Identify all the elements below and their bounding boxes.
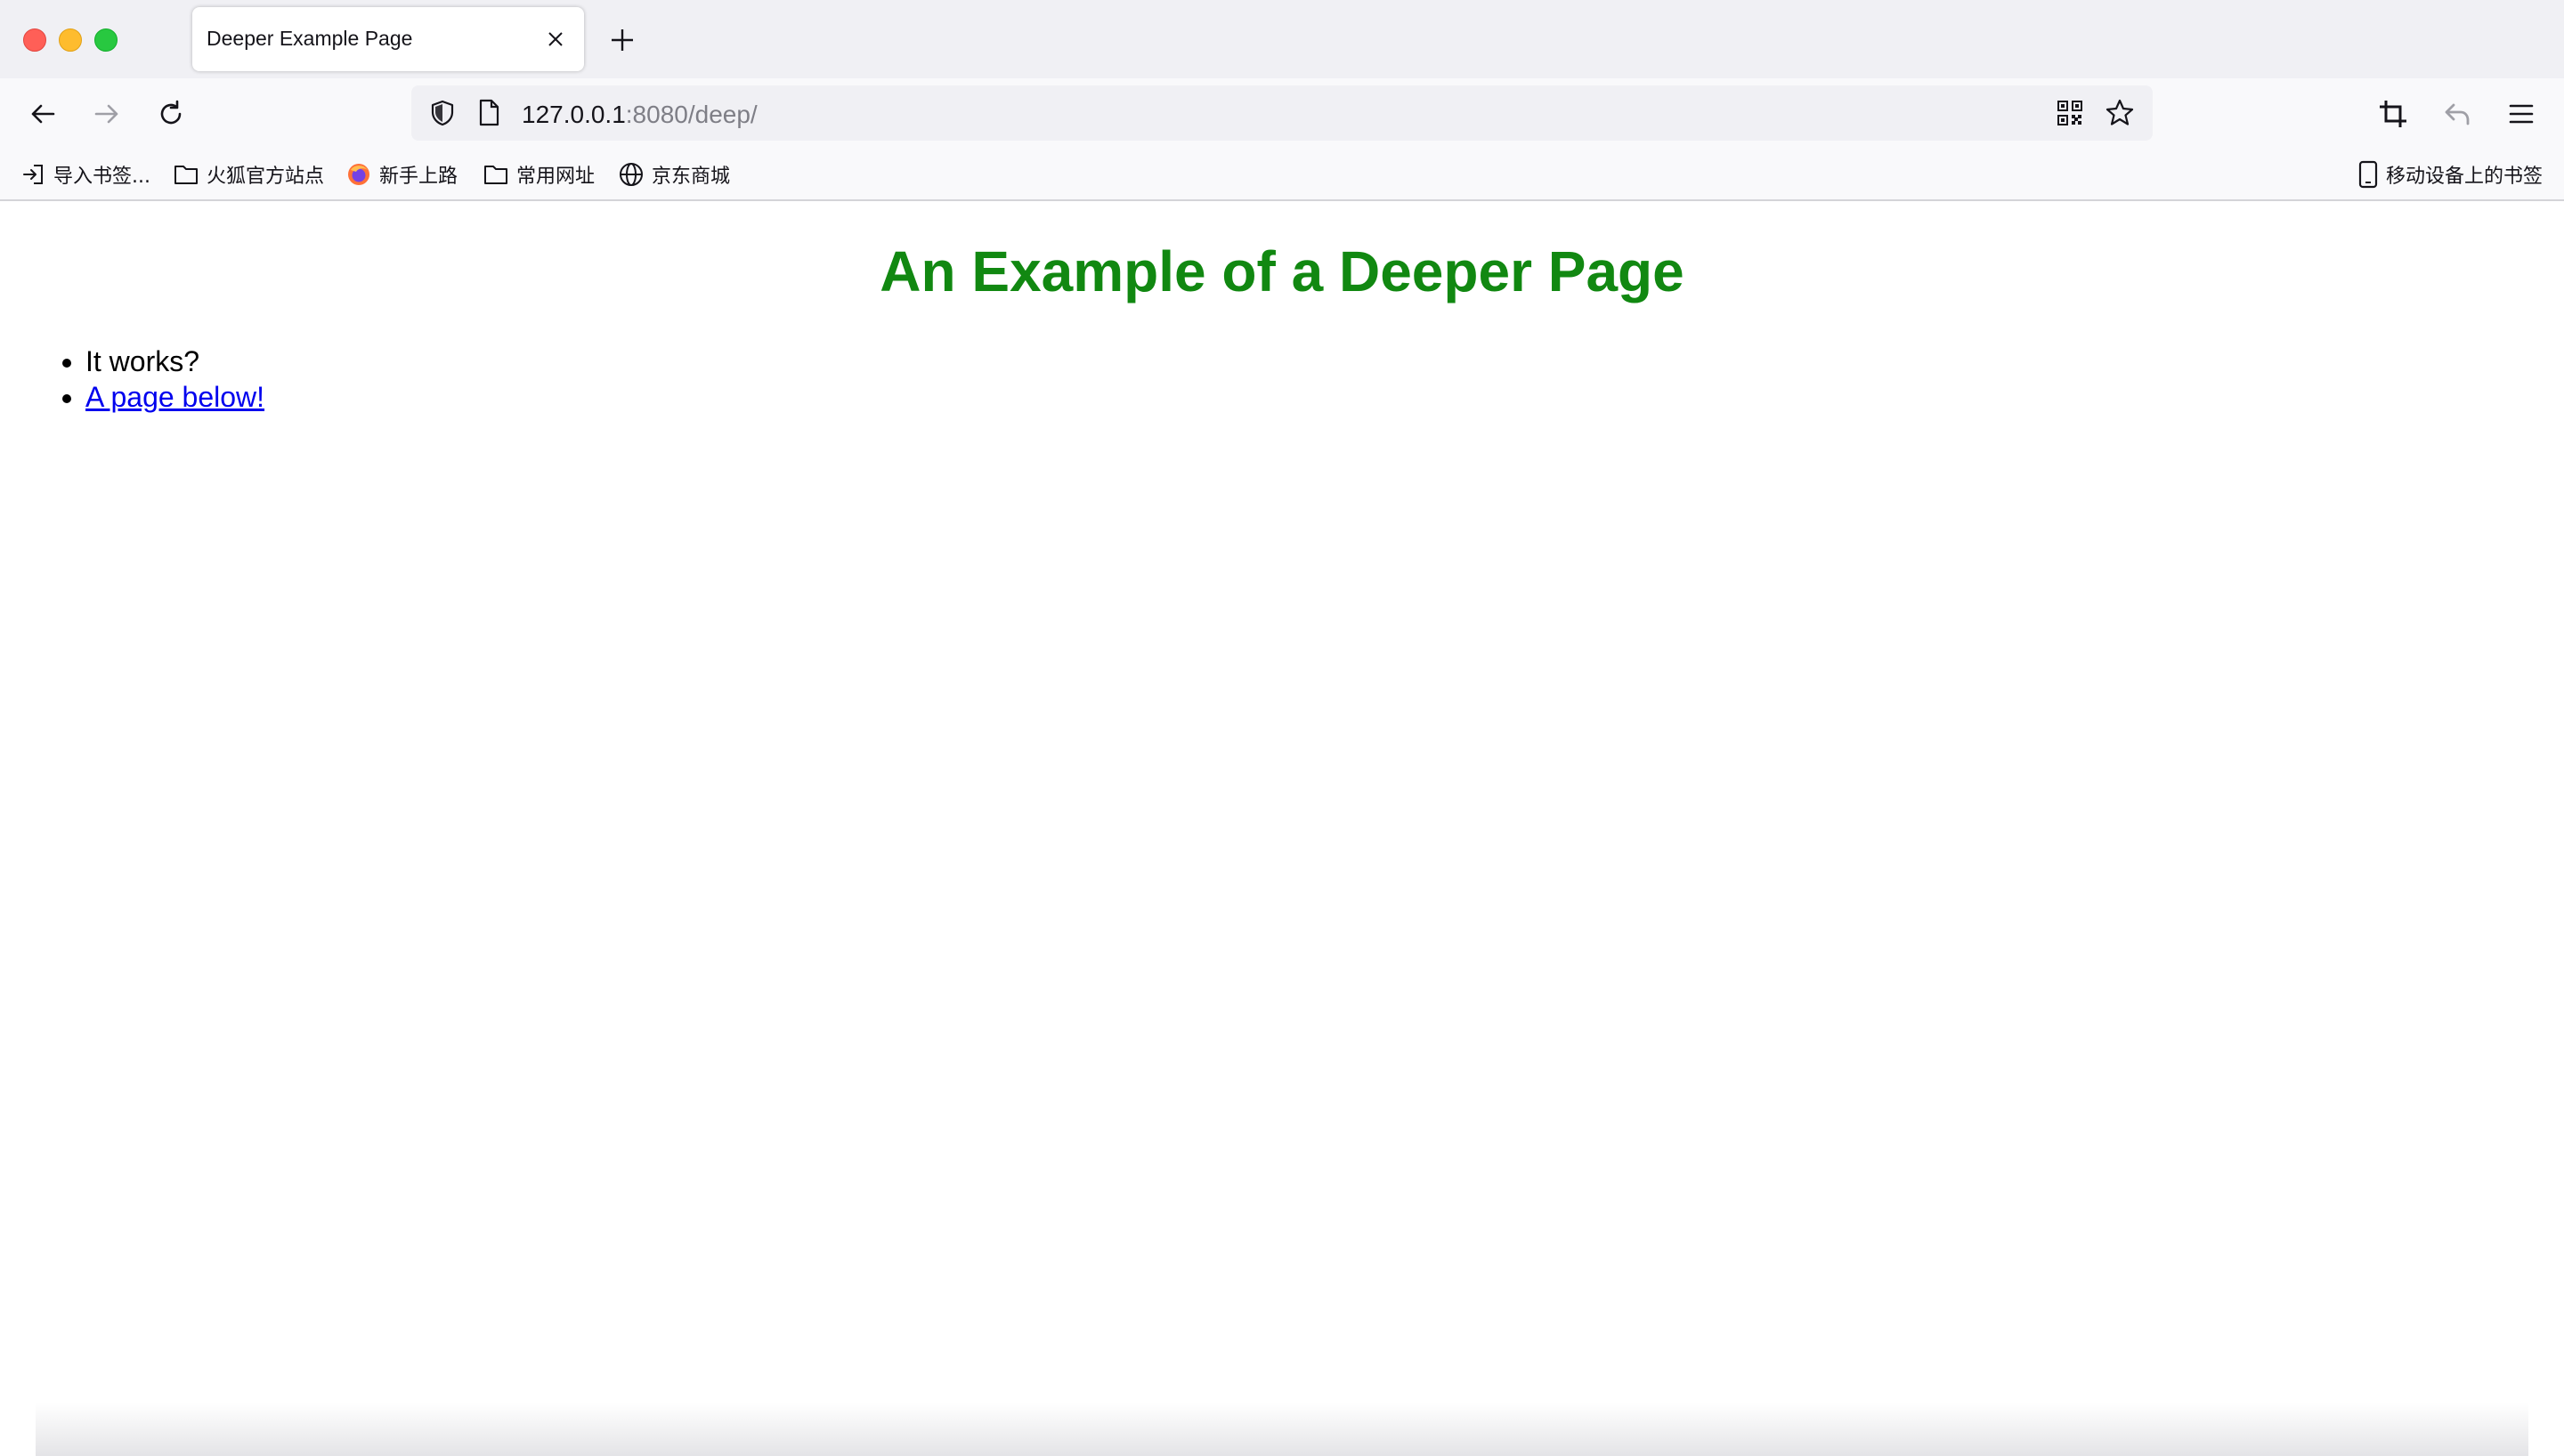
bookmark-firefox-official[interactable]: 火狐官方站点 <box>173 160 324 189</box>
url-path: :8080/deep/ <box>625 101 758 128</box>
window-close-button[interactable] <box>23 28 46 52</box>
title-bar: Deeper Example Page <box>0 0 2564 78</box>
page-content: An Example of a Deeper Page It works? A … <box>0 201 2564 1456</box>
url-host: 127.0.0.1 <box>522 101 626 128</box>
bookmark-label: 常用网址 <box>516 166 596 188</box>
undo-icon[interactable] <box>2439 96 2475 132</box>
tab-active[interactable]: Deeper Example Page <box>192 7 584 71</box>
shield-icon[interactable] <box>427 98 458 128</box>
url-bar[interactable]: 127.0.0.1:8080/deep/ <box>411 85 2153 141</box>
mobile-bookmarks-label: 移动设备上的书签 <box>2386 166 2544 188</box>
page-heading: An Example of a Deeper Page <box>880 239 1684 303</box>
list-item: A page below! <box>85 379 264 415</box>
reload-icon[interactable] <box>153 96 189 132</box>
mobile-bookmarks[interactable]: 移动设备上的书签 <box>2357 160 2543 189</box>
bookmark-getting-started[interactable]: 新手上路 <box>345 160 458 189</box>
screenshot-crop-icon[interactable] <box>2375 96 2411 132</box>
bookmarks-toolbar: 导入书签... 火狐官方站点 新手上路 常用网址 京东商城 移动设备上的书签 <box>0 150 2564 201</box>
mobile-device-icon <box>2358 160 2378 189</box>
navigation-bar: 127.0.0.1:8080/deep/ <box>0 78 2564 150</box>
menu-icon[interactable] <box>2503 96 2539 132</box>
bookmark-jd[interactable]: 京东商城 <box>618 160 730 189</box>
bookmark-label: 新手上路 <box>379 166 458 188</box>
bookmark-label: 京东商城 <box>652 166 731 188</box>
page-below-link[interactable]: A page below! <box>85 381 264 413</box>
bookmark-label: 火狐官方站点 <box>207 166 325 188</box>
bookmark-import[interactable]: 导入书签... <box>21 160 150 189</box>
page-info-icon[interactable] <box>475 98 502 128</box>
item-list: It works? A page below! <box>0 344 264 415</box>
window-maximize-button[interactable] <box>94 28 118 52</box>
bookmark-common-sites[interactable]: 常用网址 <box>483 160 595 189</box>
new-tab-icon[interactable] <box>609 27 636 53</box>
forward-icon[interactable] <box>89 96 125 132</box>
qr-code-icon[interactable] <box>2057 100 2083 126</box>
globe-icon <box>620 163 643 186</box>
import-icon <box>23 165 43 184</box>
list-item-text: It works? <box>85 345 200 377</box>
folder-icon <box>174 166 198 184</box>
folder-icon <box>484 166 507 184</box>
firefox-icon <box>348 164 369 185</box>
window-minimize-button[interactable] <box>59 28 82 52</box>
list-item: It works? <box>85 344 264 379</box>
url-text[interactable]: 127.0.0.1:8080/deep/ <box>522 101 758 129</box>
back-icon[interactable] <box>25 96 61 132</box>
tab-title: Deeper Example Page <box>207 27 413 50</box>
tab-close-icon[interactable] <box>545 28 566 50</box>
bookmark-star-icon[interactable] <box>2105 98 2135 128</box>
bookmark-label: 导入书签... <box>53 166 150 188</box>
window-bottom-shadow <box>36 1403 2528 1456</box>
